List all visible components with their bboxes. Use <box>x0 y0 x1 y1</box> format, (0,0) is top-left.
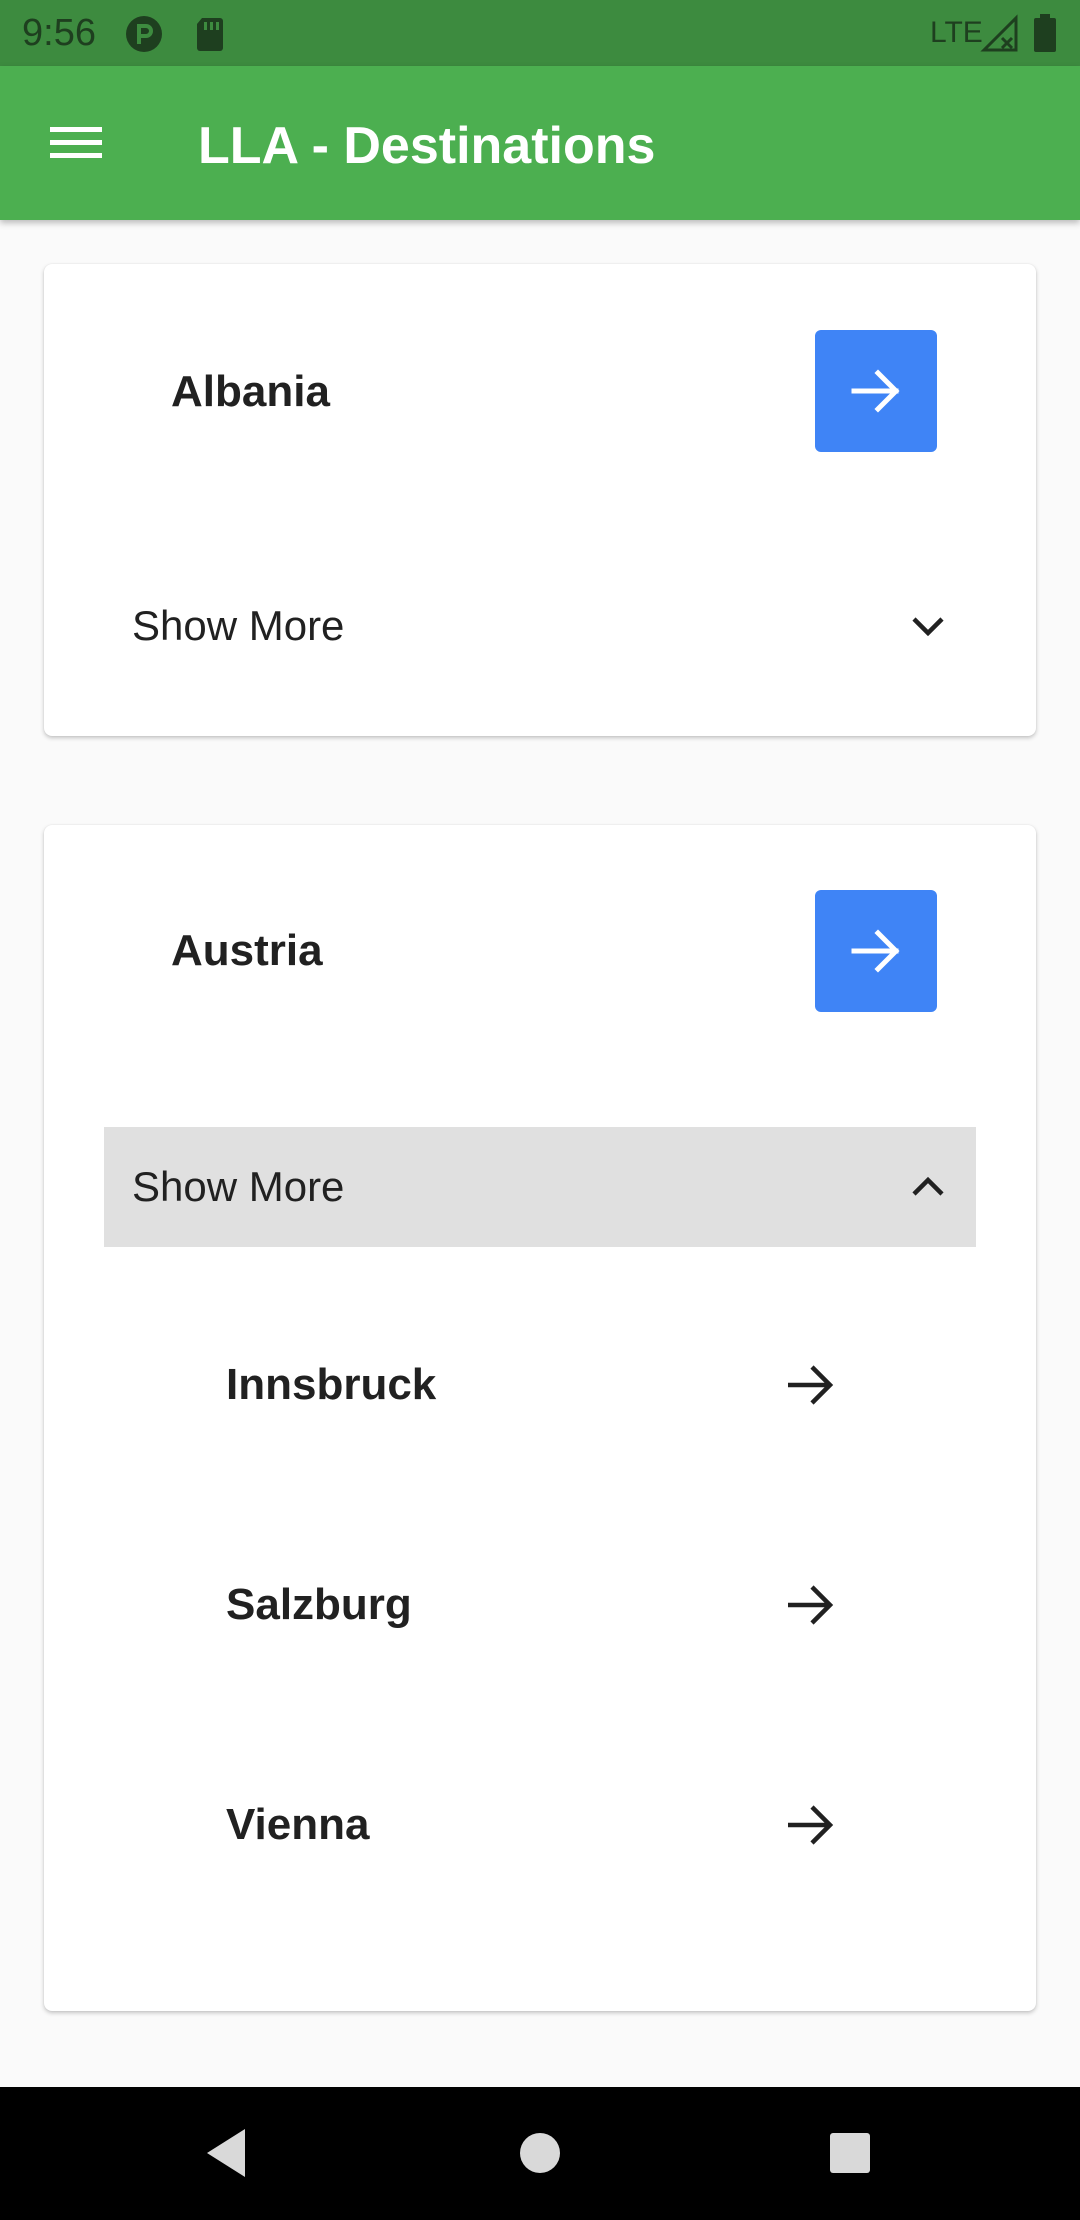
list-item-label: Innsbruck <box>226 1360 437 1409</box>
open-albania-button[interactable] <box>815 330 937 452</box>
show-more-label: Show More <box>132 1163 345 1210</box>
chevron-up-icon <box>910 1169 946 1205</box>
card-title: Austria <box>171 926 323 975</box>
hamburger-menu-icon[interactable] <box>36 111 116 175</box>
arrow-right-icon <box>851 369 900 413</box>
show-more-toggle[interactable]: Show More <box>104 566 976 686</box>
show-more-toggle[interactable]: Show More <box>104 1127 976 1247</box>
list-item-label: Salzburg <box>226 1580 412 1629</box>
list-item-salzburg[interactable]: Salzburg <box>44 1505 1036 1705</box>
battery-icon <box>1030 14 1060 54</box>
chevron-down-icon <box>910 608 946 644</box>
show-more-label: Show More <box>132 602 345 649</box>
status-time: 9:56 <box>22 12 96 54</box>
arrow-right-icon <box>784 1799 836 1851</box>
sd-card-icon <box>190 14 230 54</box>
system-nav-bar <box>0 2087 1080 2220</box>
back-icon[interactable] <box>186 2113 266 2193</box>
page-title: LLA - Destinations <box>198 117 656 175</box>
recents-icon[interactable] <box>810 2113 890 2193</box>
app-notification-icon <box>124 14 164 54</box>
network-type: LTE <box>930 16 983 49</box>
open-austria-button[interactable] <box>815 890 937 1012</box>
list-item-label: Vienna <box>226 1800 370 1849</box>
status-bar: 9:56 LTE <box>0 0 1080 66</box>
list-item-vienna[interactable]: Vienna <box>44 1725 1036 1925</box>
list-item-innsbruck[interactable]: Innsbruck <box>44 1285 1036 1485</box>
arrow-right-icon <box>851 929 900 973</box>
card-title: Albania <box>171 367 330 416</box>
home-icon[interactable] <box>500 2113 580 2193</box>
arrow-right-icon <box>784 1579 836 1631</box>
destination-card-austria: Austria Show More Innsbruck Salzburg Vie <box>44 825 1036 2011</box>
signal-icon <box>980 14 1020 54</box>
app-bar: LLA - Destinations <box>0 66 1080 220</box>
arrow-right-icon <box>784 1359 836 1411</box>
destination-card-albania: Albania Show More <box>44 264 1036 736</box>
